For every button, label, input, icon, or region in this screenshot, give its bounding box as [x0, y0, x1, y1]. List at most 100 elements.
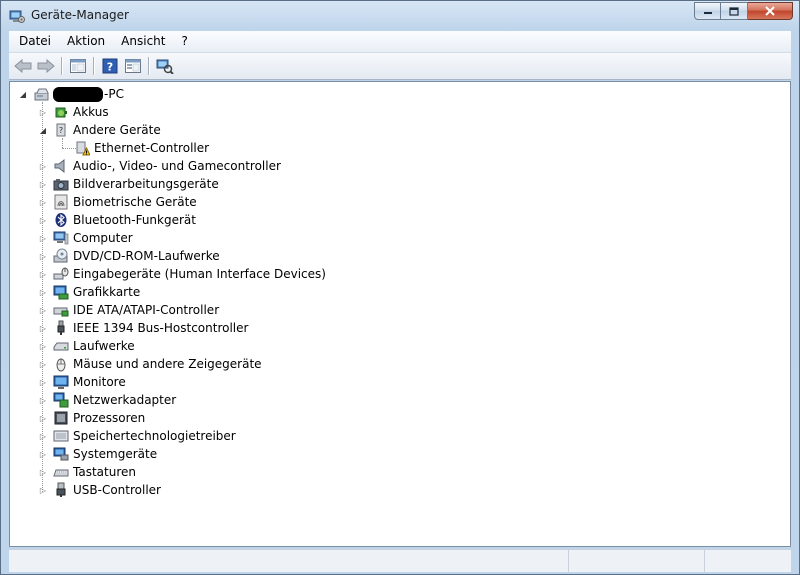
- expand-arrow-icon[interactable]: ▷: [38, 377, 48, 387]
- tree-item-laufwerke[interactable]: ▷ Laufwerke: [38, 337, 135, 355]
- back-button[interactable]: [12, 55, 34, 77]
- tree-item-label: Systemgeräte: [73, 447, 158, 461]
- expand-arrow-icon[interactable]: ▷: [38, 107, 48, 117]
- properties-button[interactable]: [122, 55, 144, 77]
- expand-arrow-icon[interactable]: ▷: [38, 305, 48, 315]
- tree-root[interactable]: ◢ -PC: [18, 85, 124, 103]
- tree-item-label: Biometrische Geräte: [73, 195, 197, 209]
- tree-item-label: Netzwerkadapter: [73, 393, 177, 407]
- storage-driver-icon: [53, 428, 69, 444]
- processor-icon: [53, 410, 69, 426]
- minimize-button[interactable]: [694, 2, 721, 20]
- expand-arrow-icon[interactable]: ▷: [38, 251, 48, 261]
- expand-arrow-icon[interactable]: ▷: [38, 467, 48, 477]
- tree-item-netzwerkadapter[interactable]: ▷ Netzwerkadapter: [38, 391, 176, 409]
- svg-text:?: ?: [59, 126, 63, 135]
- status-cell-2: [569, 550, 705, 572]
- expand-arrow-icon[interactable]: ▷: [38, 161, 48, 171]
- minimize-icon: [703, 12, 712, 14]
- unknown-device-icon: ?: [53, 122, 69, 138]
- expand-arrow-icon[interactable]: ▷: [38, 233, 48, 243]
- status-bar: [9, 549, 791, 572]
- camera-icon: [53, 176, 69, 192]
- root-label: -PC: [104, 86, 124, 101]
- tree-item-speichertechnologie[interactable]: ▷ Speichertechnologietreiber: [38, 427, 236, 445]
- tree-item-bildverarbeitung[interactable]: ▷ Bildverarbeitungsgeräte: [38, 175, 219, 193]
- tree-item-audio[interactable]: ▷ Audio-, Video- und Gamecontroller: [38, 157, 281, 175]
- expand-arrow-icon[interactable]: ▷: [38, 359, 48, 369]
- tree-item-monitore[interactable]: ▷ Monitore: [38, 373, 126, 391]
- collapse-arrow-icon[interactable]: ◢: [18, 89, 28, 99]
- hard-drive-icon: [53, 338, 69, 354]
- tree-item-label: Computer: [73, 231, 133, 245]
- firewire-icon: [53, 320, 69, 336]
- tree-item-label: USB-Controller: [73, 483, 161, 497]
- tree-item-label: IEEE 1394 Bus-Hostcontroller: [73, 321, 249, 335]
- expand-arrow-icon[interactable]: ▷: [38, 323, 48, 333]
- tree-item-label: Monitore: [73, 375, 126, 389]
- menu-bar: Datei Aktion Ansicht ?: [9, 31, 791, 53]
- tree-item-bluetooth[interactable]: ▷ Bluetooth-Funkgerät: [38, 211, 196, 229]
- console-tree-icon: [70, 59, 86, 73]
- tree-item-label: DVD/CD-ROM-Laufwerke: [73, 249, 220, 263]
- expand-arrow-icon[interactable]: ▷: [38, 287, 48, 297]
- title-bar[interactable]: Geräte-Manager: [1, 1, 799, 31]
- tree-item-label: Audio-, Video- und Gamecontroller: [73, 159, 281, 173]
- scan-hardware-button[interactable]: [154, 55, 176, 77]
- tree-item-usb[interactable]: ▷ USB-Controller: [38, 481, 161, 499]
- expand-arrow-icon[interactable]: ▷: [38, 269, 48, 279]
- menu-ansicht[interactable]: Ansicht: [115, 31, 171, 52]
- expand-arrow-icon[interactable]: ▷: [38, 215, 48, 225]
- tree-item-biometrie[interactable]: ▷ Biometrische Geräte: [38, 193, 197, 211]
- tree-item-ethernet-controller[interactable]: Ethernet-Controller: [74, 139, 209, 157]
- menu-help[interactable]: ?: [175, 31, 193, 52]
- ide-controller-icon: [53, 302, 69, 318]
- tree-item-maeuse[interactable]: ▷ Mäuse und andere Zeigegeräte: [38, 355, 262, 373]
- tree-item-label: IDE ATA/ATAPI-Controller: [73, 303, 220, 317]
- tree-item-ieee1394[interactable]: ▷ IEEE 1394 Bus-Hostcontroller: [38, 319, 248, 337]
- forward-icon: [37, 59, 55, 73]
- expand-arrow-icon[interactable]: ▷: [38, 395, 48, 405]
- tree-item-grafikkarte[interactable]: ▷ Grafikkarte: [38, 283, 140, 301]
- tree-item-dvd[interactable]: ▷ DVD/CD-ROM-Laufwerke: [38, 247, 220, 265]
- tree-item-label: Bluetooth-Funkgerät: [73, 213, 196, 227]
- tree-item-ide[interactable]: ▷ IDE ATA/ATAPI-Controller: [38, 301, 219, 319]
- forward-button[interactable]: [35, 55, 57, 77]
- menu-aktion[interactable]: Aktion: [61, 31, 111, 52]
- tree-item-akkus[interactable]: ▷ Akkus: [38, 103, 109, 121]
- svg-text:?: ?: [107, 61, 113, 74]
- display-adapter-icon: [53, 284, 69, 300]
- tree-item-prozessoren[interactable]: ▷ Prozessoren: [38, 409, 145, 427]
- tree-item-hid[interactable]: ▷ Eingabegeräte (Human Interface Devices…: [38, 265, 326, 283]
- hid-icon: [53, 266, 69, 282]
- close-icon: [765, 6, 775, 16]
- window-title: Geräte-Manager: [31, 8, 129, 22]
- system-devices-icon: [53, 446, 69, 462]
- expand-arrow-icon[interactable]: ▷: [38, 179, 48, 189]
- expand-arrow-icon[interactable]: ▷: [38, 341, 48, 351]
- tree-item-label: Speichertechnologietreiber: [73, 429, 236, 443]
- speaker-icon: [53, 158, 69, 174]
- expand-arrow-icon[interactable]: ▷: [38, 449, 48, 459]
- tree-item-computer[interactable]: ▷ Computer: [38, 229, 133, 247]
- device-manager-icon: [9, 8, 25, 24]
- tree-item-tastaturen[interactable]: ▷ Tastaturen: [38, 463, 136, 481]
- maximize-button[interactable]: [721, 2, 748, 20]
- tree-item-label: Bildverarbeitungsgeräte: [73, 177, 219, 191]
- device-tree[interactable]: ◢ -PC ▷ Akkus ◢ ? Andere Geräte Ethernet…: [9, 81, 791, 547]
- tree-item-systemgeraete[interactable]: ▷ Systemgeräte: [38, 445, 157, 463]
- tree-item-label: Ethernet-Controller: [94, 141, 210, 155]
- console-tree-button[interactable]: [67, 55, 89, 77]
- help-button[interactable]: ?: [99, 55, 121, 77]
- tree-item-andere-geraete[interactable]: ◢ ? Andere Geräte: [38, 121, 161, 139]
- close-button[interactable]: [748, 2, 793, 20]
- collapse-arrow-icon[interactable]: ◢: [38, 125, 48, 135]
- menu-datei[interactable]: Datei: [13, 31, 57, 52]
- expand-arrow-icon[interactable]: ▷: [38, 485, 48, 495]
- tree-item-label: Prozessoren: [73, 411, 146, 425]
- expand-arrow-icon[interactable]: ▷: [38, 197, 48, 207]
- expand-arrow-icon[interactable]: ▷: [38, 413, 48, 423]
- expand-arrow-icon[interactable]: ▷: [38, 431, 48, 441]
- disc-drive-icon: [53, 248, 69, 264]
- monitor-icon: [53, 374, 69, 390]
